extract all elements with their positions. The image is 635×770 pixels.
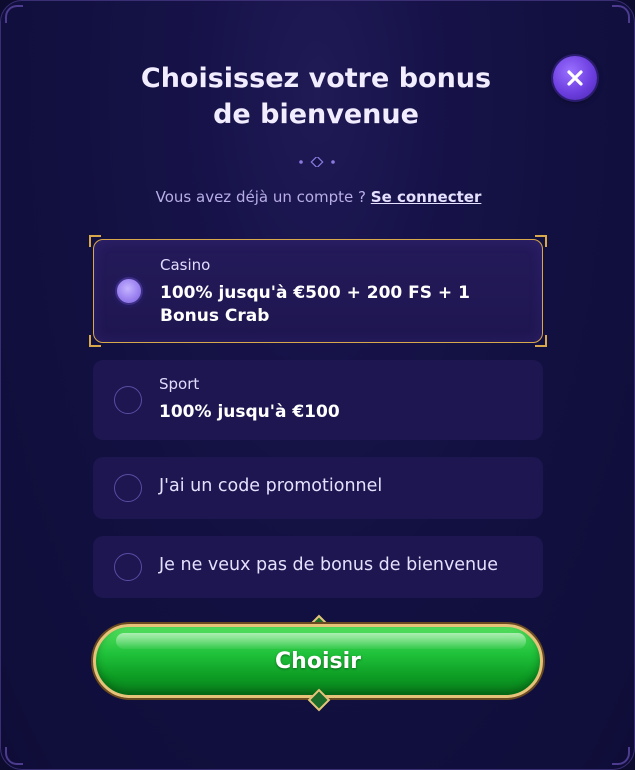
radio-promo-code[interactable] bbox=[114, 474, 142, 502]
option-corner bbox=[535, 335, 547, 347]
option-label: Sport bbox=[159, 375, 200, 393]
option-text: Je ne veux pas de bonus de bienvenue bbox=[159, 555, 499, 575]
option-no-bonus[interactable]: Je ne veux pas de bonus de bienvenue bbox=[93, 536, 543, 598]
radio-casino[interactable] bbox=[115, 277, 143, 305]
title-line-1: Choisissez votre bonus bbox=[140, 63, 492, 94]
choose-button-wrapper: Choisir bbox=[93, 614, 543, 712]
login-prompt-line: Vous avez déjà un compte ? Se connecter bbox=[1, 188, 634, 206]
option-sport[interactable]: Sport 100% jusqu'à €100 bbox=[93, 360, 543, 440]
radio-sport[interactable] bbox=[114, 386, 142, 414]
close-button[interactable] bbox=[553, 56, 597, 100]
option-casino[interactable]: Casino 100% jusqu'à €500 + 200 FS + 1 Bo… bbox=[89, 235, 547, 347]
radio-no-bonus[interactable] bbox=[114, 553, 142, 581]
option-promo-code[interactable]: J'ai un code promotionnel bbox=[93, 457, 543, 519]
bonus-modal: Choisissez votre bonus de bienvenue Vous… bbox=[0, 0, 635, 770]
option-text: J'ai un code promotionnel bbox=[159, 476, 383, 496]
option-corner bbox=[89, 235, 101, 247]
option-corner bbox=[535, 235, 547, 247]
ornament-divider bbox=[91, 157, 546, 167]
frame-corner bbox=[612, 747, 630, 765]
close-icon bbox=[566, 69, 584, 87]
frame-corner bbox=[612, 5, 630, 23]
modal-title: Choisissez votre bonus de bienvenue bbox=[91, 61, 541, 133]
option-corner bbox=[89, 335, 101, 347]
frame-corner bbox=[5, 747, 23, 765]
title-line-2: de bienvenue bbox=[213, 99, 419, 130]
frame-corner bbox=[5, 5, 23, 23]
choose-button-label: Choisir bbox=[275, 648, 361, 674]
option-label: Casino bbox=[160, 256, 211, 274]
choose-button[interactable]: Choisir bbox=[93, 624, 543, 698]
login-link[interactable]: Se connecter bbox=[371, 188, 482, 206]
option-value: 100% jusqu'à €500 + 200 FS + 1 Bonus Cra… bbox=[160, 283, 470, 326]
option-value: 100% jusqu'à €100 bbox=[159, 402, 340, 422]
login-prompt: Vous avez déjà un compte ? bbox=[155, 188, 366, 206]
button-shine bbox=[116, 633, 526, 649]
